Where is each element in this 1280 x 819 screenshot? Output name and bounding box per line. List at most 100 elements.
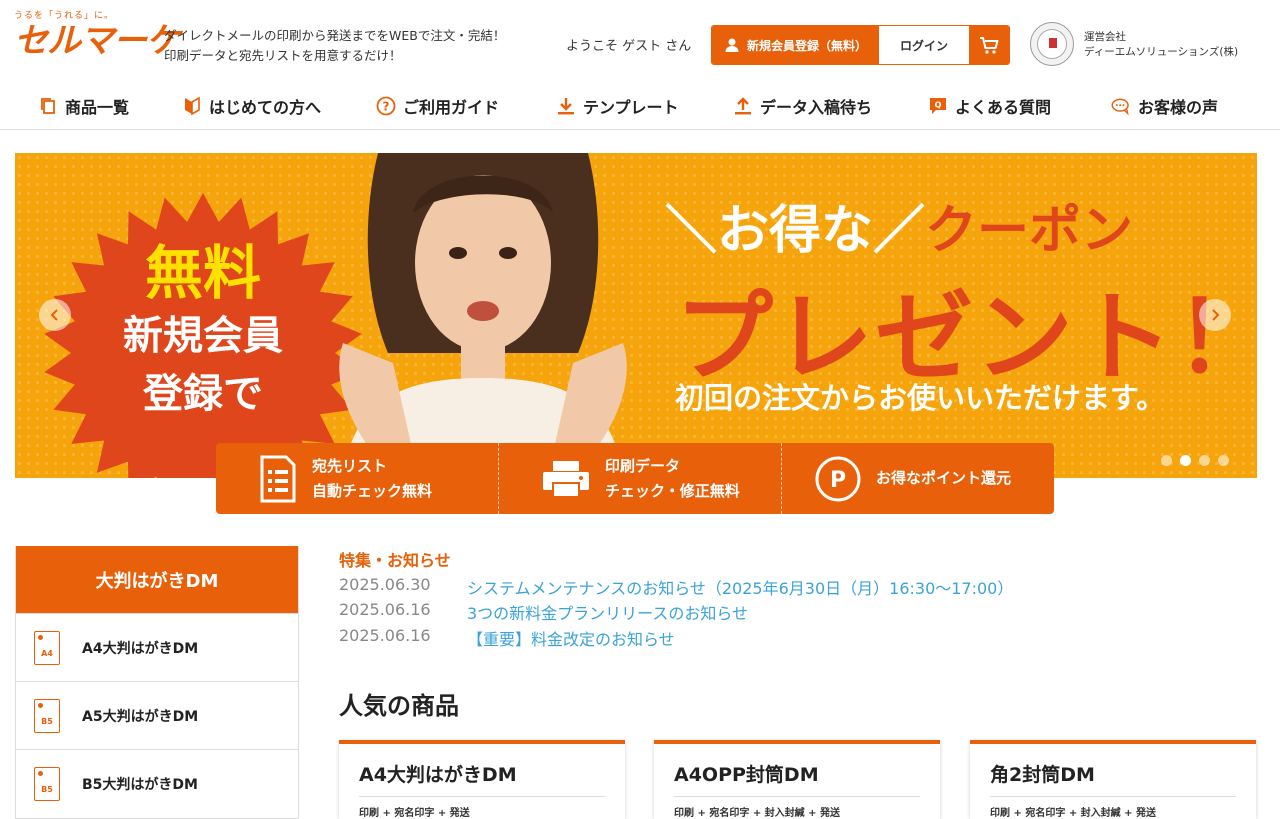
sidebar-title[interactable]: 大判はがきDM bbox=[16, 546, 298, 613]
news-date: 2025.06.30 bbox=[339, 575, 431, 594]
upload-icon bbox=[733, 96, 753, 116]
chevron-left-icon bbox=[50, 309, 58, 321]
category-sidebar: 大判はがきDM A4 A4大判はがきDM B5 A5大判はがきDM B5 B5大… bbox=[15, 546, 299, 819]
pager-dot[interactable] bbox=[1199, 455, 1210, 466]
postcard-icon: B5 bbox=[34, 698, 60, 733]
sidebar-item-a4[interactable]: A4 A4大判はがきDM bbox=[16, 613, 298, 681]
list-document-icon bbox=[260, 455, 296, 502]
hero-prev-button[interactable] bbox=[39, 299, 71, 331]
welcome-text: ようこそ ゲスト さん bbox=[566, 39, 692, 54]
company-label: 運営会社 bbox=[1084, 31, 1126, 43]
burst-register-text: 登録で bbox=[143, 371, 263, 417]
feature-text: お得なポイント還元 bbox=[876, 469, 1012, 487]
nav-item-label: ご利用ガイド bbox=[403, 98, 500, 117]
sidebar-item-label: A4大判はがきDM bbox=[82, 640, 199, 657]
sidebar-item-label: A5大判はがきDM bbox=[82, 708, 199, 725]
feature-points: P お得なポイント還元 bbox=[782, 443, 1054, 514]
question-circle-icon: ? bbox=[376, 96, 396, 116]
company-info[interactable]: 運営会社 ディーエムソリューションズ(株) bbox=[1084, 30, 1238, 60]
product-card-title: 角2封筒DM bbox=[990, 760, 1236, 797]
logo-tagline: うるを「うれる」に。 bbox=[14, 11, 115, 21]
hero-carousel[interactable]: 無料 新規会員 登録で ＼お得な／ クーポン プレゼント！ 初回の注文からお使い… bbox=[15, 153, 1257, 478]
feature-line-1: 印刷データ bbox=[605, 456, 681, 475]
nav-item-label: データ入稿待ち bbox=[760, 98, 873, 117]
cart-icon bbox=[980, 37, 999, 54]
tagline-line-1: ダイレクトメールの印刷から発送までをWEBで注文・完結！ bbox=[164, 28, 506, 43]
login-button[interactable]: ログイン bbox=[879, 26, 969, 64]
news-item: 2025.06.16 【重要】料金改定のお知らせ bbox=[339, 626, 675, 650]
svg-text:Q: Q bbox=[935, 101, 942, 110]
popular-heading: 人気の商品 bbox=[339, 692, 459, 720]
feature-text: 宛先リスト 自動チェック無料 bbox=[312, 454, 432, 504]
site-tagline: ダイレクトメールの印刷から発送までをWEBで注文・完結！ 印刷データと宛先リスト… bbox=[164, 26, 505, 66]
download-icon bbox=[556, 96, 576, 116]
feature-line-2: 自動チェック無料 bbox=[312, 481, 433, 500]
burst-free-text: 無料 bbox=[144, 239, 261, 307]
feature-bar: 宛先リスト 自動チェック無料 印刷データ チェック・修正無料 P お得なポイント… bbox=[216, 443, 1054, 514]
hero-headline-deal: ＼お得な／ bbox=[665, 201, 926, 261]
chevron-right-icon bbox=[1212, 309, 1220, 321]
news-heading: 特集・お知らせ bbox=[339, 551, 451, 570]
sidebar-item-b5[interactable]: B5 B5大判はがきDM bbox=[16, 749, 298, 817]
burst-member-text: 新規会員 bbox=[123, 313, 283, 359]
chat-bubble-icon bbox=[1111, 96, 1131, 116]
nav-item-faq[interactable]: Q よくある質問 bbox=[928, 93, 1051, 119]
nav-item-data-pending[interactable]: データ入稿待ち bbox=[733, 93, 872, 119]
site-header: うるを「うれる」に。 セルマーケ ダイレクトメールの印刷から発送までをWEBで注… bbox=[0, 0, 1280, 82]
auth-buttons: 新規会員登録（無料） ログイン bbox=[711, 25, 1010, 65]
product-card-a4-opp[interactable]: A4OPP封筒DM 印刷 + 宛名印字 + 封入封緘 + 発送 bbox=[654, 740, 940, 819]
logo-wordmark: セルマーケ bbox=[14, 21, 180, 61]
postcard-icon: A4 bbox=[34, 630, 60, 665]
pager-dot[interactable] bbox=[1161, 455, 1172, 466]
site-logo[interactable]: うるを「うれる」に。 セルマーケ bbox=[14, 8, 180, 70]
feature-address-check: 宛先リスト 自動チェック無料 bbox=[216, 443, 499, 514]
beginner-mark-icon bbox=[182, 96, 202, 116]
hero-model-photo bbox=[339, 153, 627, 478]
feature-text: 印刷データ チェック・修正無料 bbox=[605, 454, 740, 504]
product-card-title: A4OPP封筒DM bbox=[674, 760, 920, 797]
nav-item-products[interactable]: 商品一覧 bbox=[38, 93, 129, 119]
company-seal-icon[interactable] bbox=[1030, 22, 1074, 66]
nav-item-templates[interactable]: テンプレート bbox=[556, 93, 679, 119]
news-link[interactable]: 3つの新料金プランリリースのお知らせ bbox=[467, 600, 748, 624]
nav-item-guide[interactable]: ? ご利用ガイド bbox=[376, 93, 499, 119]
svg-text:P: P bbox=[830, 468, 846, 493]
product-card-subtitle: 印刷 + 宛名印字 + 封入封緘 + 発送 bbox=[674, 808, 841, 819]
product-card-kaku2[interactable]: 角2封筒DM 印刷 + 宛名印字 + 封入封緘 + 発送 bbox=[970, 740, 1256, 819]
product-card-title: A4大判はがきDM bbox=[359, 760, 605, 797]
hero-headline-coupon: クーポン bbox=[925, 201, 1134, 261]
postcard-icon: B5 bbox=[34, 766, 60, 801]
svg-text:?: ? bbox=[383, 100, 390, 114]
news-link[interactable]: システムメンテナンスのお知らせ（2025年6月30日（月）16:30～17:00… bbox=[467, 575, 1013, 599]
product-card-subtitle: 印刷 + 宛名印字 + 封入封緘 + 発送 bbox=[990, 808, 1157, 819]
pager-dot-active[interactable] bbox=[1180, 455, 1191, 466]
cart-button[interactable] bbox=[969, 26, 1009, 64]
sidebar-item-a5[interactable]: B5 A5大判はがきDM bbox=[16, 681, 298, 749]
copy-icon bbox=[38, 96, 58, 116]
hero-subheadline: 初回の注文からお使いいただけます。 bbox=[675, 381, 1166, 415]
feature-line-2: チェック・修正無料 bbox=[605, 481, 740, 500]
printer-icon bbox=[543, 460, 589, 498]
tagline-line-2: 印刷データと宛先リストを用意するだけ！ bbox=[164, 48, 402, 63]
feature-print-check: 印刷データ チェック・修正無料 bbox=[499, 443, 782, 514]
product-card-a4-postcard[interactable]: A4大判はがきDM 印刷 + 宛名印字 + 発送 bbox=[339, 740, 625, 819]
news-link[interactable]: 【重要】料金改定のお知らせ bbox=[467, 626, 675, 650]
nav-item-label: はじめての方へ bbox=[209, 98, 322, 117]
register-button[interactable]: 新規会員登録（無料） bbox=[712, 26, 879, 64]
sidebar-item-label: B5大判はがきDM bbox=[82, 776, 198, 793]
user-icon bbox=[725, 38, 739, 52]
pager-dot[interactable] bbox=[1218, 455, 1229, 466]
nav-item-label: よくある質問 bbox=[955, 98, 1052, 117]
news-date: 2025.06.16 bbox=[339, 626, 431, 645]
global-nav: 商品一覧 はじめての方へ ? ご利用ガイド テンプレート データ入稿待ち Q よ… bbox=[0, 82, 1280, 130]
news-item: 2025.06.30 システムメンテナンスのお知らせ（2025年6月30日（月）… bbox=[339, 575, 1013, 599]
point-icon: P bbox=[815, 456, 861, 501]
nav-item-testimonials[interactable]: お客様の声 bbox=[1111, 93, 1218, 119]
news-date: 2025.06.16 bbox=[339, 600, 431, 619]
feature-line-1: 宛先リスト bbox=[312, 456, 388, 475]
register-label: 新規会員登録（無料） bbox=[746, 38, 867, 53]
hero-next-button[interactable] bbox=[1199, 299, 1231, 331]
nav-item-beginners[interactable]: はじめての方へ bbox=[182, 93, 321, 119]
company-name: ディーエムソリューションズ(株) bbox=[1084, 46, 1239, 58]
nav-item-label: お客様の声 bbox=[1138, 98, 1219, 117]
